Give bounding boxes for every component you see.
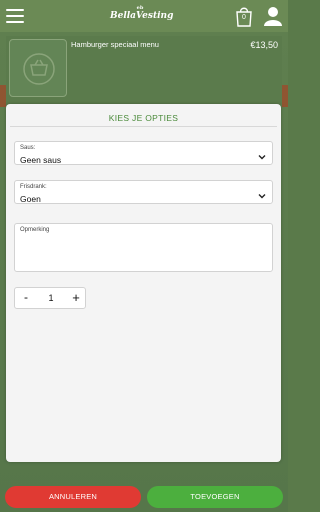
cart-count: 0 (242, 14, 246, 21)
decrement-button[interactable]: - (15, 288, 37, 308)
logo-text: BellaVesting (110, 11, 174, 21)
app-logo[interactable]: eb BellaVesting (110, 6, 174, 26)
quantity-stepper[interactable]: - 1 + (14, 287, 86, 309)
frisdrank-select[interactable]: Frisdrank: Goen (14, 180, 273, 204)
cancel-button[interactable]: ANNULEREN (5, 486, 141, 508)
options-dialog: KIES JE OPTIES Saus: Geen saus Frisdrank… (6, 104, 281, 462)
basket-icon (23, 53, 55, 85)
add-button[interactable]: TOEVOEGEN (147, 486, 283, 508)
saus-select[interactable]: Saus: Geen saus (14, 141, 273, 165)
top-bar: eb BellaVesting 0 (0, 0, 288, 32)
product-price: €13,50 (250, 40, 278, 50)
chevron-down-icon (258, 155, 266, 160)
remark-field[interactable]: Opmerking (14, 223, 273, 272)
user-icon[interactable] (262, 5, 284, 27)
frisdrank-label: Frisdrank: (20, 184, 47, 190)
product-image-placeholder (9, 39, 67, 97)
background-decoration (282, 85, 288, 107)
increment-button[interactable]: + (65, 288, 87, 308)
product-header: Hamburger speciaal menu €13,50 (6, 36, 282, 104)
saus-value: Geen saus (20, 155, 62, 165)
quantity-value: 1 (48, 293, 54, 303)
divider (10, 126, 277, 127)
options-title: KIES JE OPTIES (108, 113, 179, 123)
chevron-down-icon (258, 194, 266, 199)
remark-label: Opmerking (20, 227, 50, 233)
saus-label: Saus: (20, 145, 36, 151)
product-name: Hamburger speciaal menu (71, 40, 159, 49)
frisdrank-value: Goen (20, 194, 41, 204)
cart-icon[interactable]: 0 (234, 5, 254, 27)
menu-icon[interactable] (6, 9, 24, 23)
